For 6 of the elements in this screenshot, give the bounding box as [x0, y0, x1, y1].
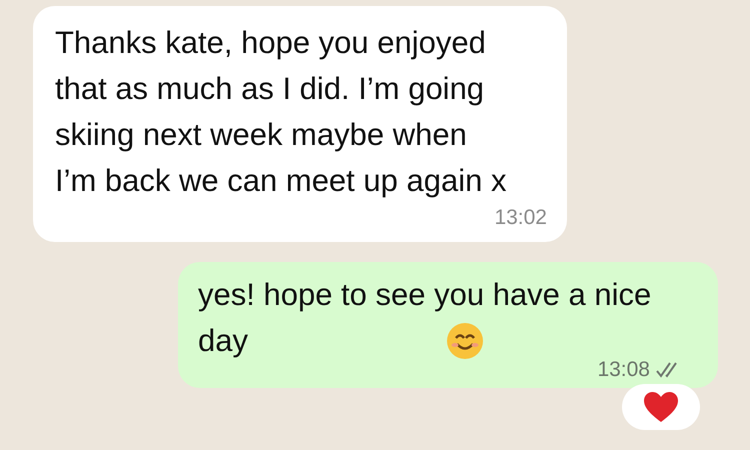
heart-icon: [643, 391, 679, 423]
message-time: 13:02: [494, 205, 547, 231]
message-time: 13:08: [597, 357, 650, 383]
reaction-badge[interactable]: [622, 384, 700, 430]
message-text: yes! hope to see you have a nice day: [198, 276, 652, 360]
message-text: Thanks kate, hope you enjoyed that as much as I did. I’m going skiing next week maybe when I’m back we can meet up again x: [55, 24, 508, 200]
